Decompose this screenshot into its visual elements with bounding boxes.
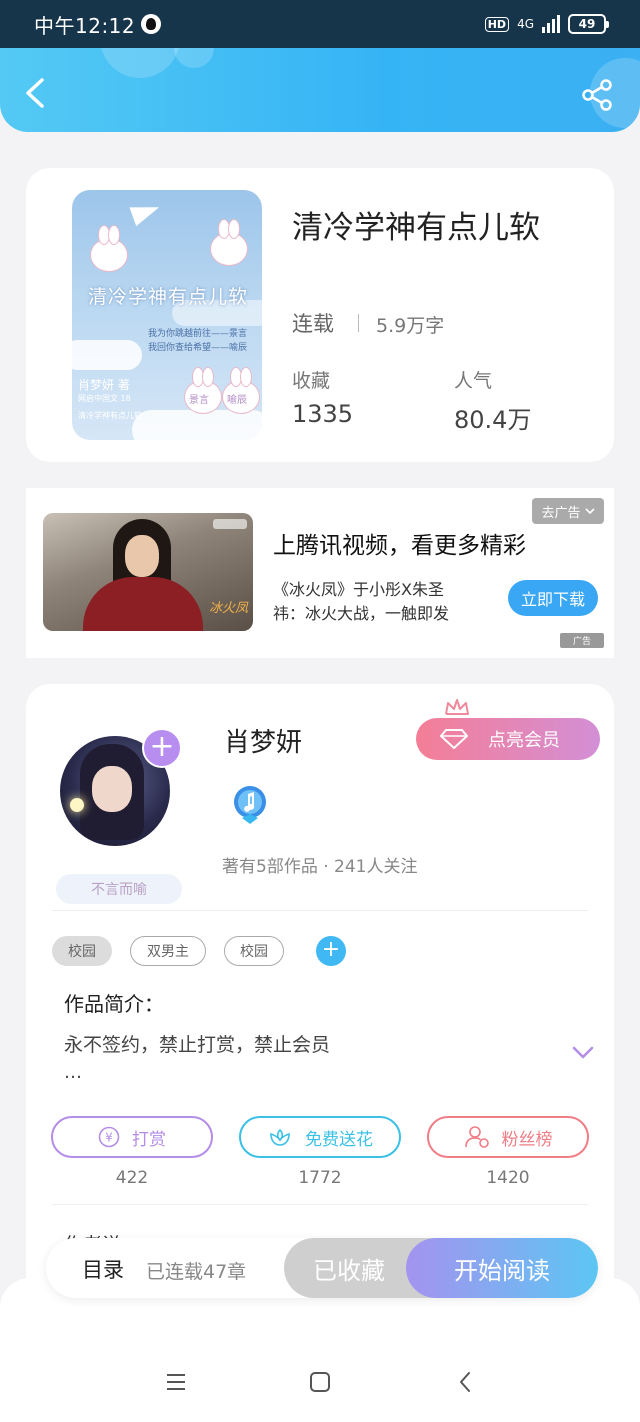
avatar-glow [70, 798, 84, 812]
author-name[interactable]: 肖梦妍 [224, 722, 302, 759]
tag-chip[interactable]: 校园 [52, 936, 112, 966]
nickname-badge: 不言而喻 [56, 874, 182, 904]
divider [52, 1204, 588, 1205]
remove-ad-label: 去广告 [541, 505, 581, 521]
bunny-icon [90, 225, 128, 272]
start-reading-button[interactable]: 开始阅读 [406, 1238, 598, 1298]
fan-ranking-count: 1420 [486, 1168, 530, 1188]
status-right: HD 4G 49 [484, 14, 609, 34]
author-card: + 不言而喻 肖梦妍 著有5部作品 · 241人关注 点亮会员 校园 双男主 校… [26, 684, 614, 1304]
bunny-icon: 景言 [184, 367, 222, 414]
chevron-down-icon[interactable] [572, 1046, 594, 1060]
tencent-video-logo [213, 519, 247, 529]
decor-bubble [174, 48, 214, 68]
reward-label: 打赏 [132, 1129, 166, 1150]
bottom-sheet [0, 1278, 640, 1422]
toc-button[interactable]: 目录 [82, 1254, 124, 1284]
chapter-count[interactable]: 已连载47章 [146, 1257, 246, 1284]
flower-count: 1772 [298, 1168, 342, 1188]
intro-title: 作品简介： [64, 992, 164, 1016]
cover-publisher: 清冷学神有点儿软 [78, 411, 142, 420]
yen-coin-icon: ¥ [98, 1126, 120, 1148]
top-header [0, 48, 640, 132]
vip-label: 点亮会员 [488, 730, 560, 751]
cover-cloud [72, 340, 142, 370]
status-time: 中午12:12 [34, 13, 136, 38]
send-flower-button[interactable]: 免费送花 [239, 1116, 401, 1158]
avatar-face [92, 766, 132, 812]
cover-stamp-left: 景言 [189, 395, 209, 406]
add-tag-button[interactable]: + [316, 936, 346, 966]
download-now-button[interactable]: 立即下载 [508, 580, 598, 616]
network-label: 4G [517, 17, 534, 31]
home-square-icon[interactable] [308, 1370, 332, 1394]
tag-chip[interactable]: 双男主 [130, 936, 206, 966]
decor-bubble [100, 48, 180, 78]
favorited-label: 已收藏 [313, 1256, 385, 1285]
music-note-badge-icon [234, 786, 266, 824]
bottom-action-bar: 目录 已连载47章 已收藏 开始阅读 [46, 1238, 598, 1298]
send-flower-label: 免费送花 [305, 1129, 373, 1150]
cover-author: 肖梦妍 著 [78, 378, 130, 392]
reward-button[interactable]: ¥ 打赏 [51, 1116, 213, 1158]
bunny-icon [210, 219, 248, 266]
cover-stamp-right: 喻辰 [227, 395, 247, 406]
qq-icon [141, 14, 162, 34]
bunny-icon: 喻辰 [222, 367, 260, 414]
signal-icon [542, 15, 560, 33]
ad-image[interactable]: 冰火凤 [43, 513, 253, 631]
ad-description: 《冰火凤》于小彤X朱圣 [273, 580, 444, 599]
intro-text: 永不签约，禁止打赏，禁止会员 [64, 1034, 331, 1056]
stat-value-popularity: 80.4万 [454, 406, 532, 434]
remove-ad-button[interactable]: 去广告 [532, 498, 604, 524]
ad-description: 祎：冰火大战，一触即发 [273, 604, 450, 623]
stat-value-favorites: 1335 [292, 400, 354, 428]
ad-title: 上腾讯视频，看更多精彩 [273, 533, 526, 559]
divider [52, 910, 588, 911]
cover-publisher: 网启中国文 18 [78, 394, 131, 403]
cover-line: 我回你查给希望——喻辰 [148, 343, 248, 353]
book-cover[interactable]: 景言 喻辰 清冷学神有点儿软 我为你跳越前往——景言 我回你查给希望——喻辰 肖… [72, 190, 262, 440]
ad-figure-cloak [83, 577, 203, 631]
ad-figure-face [125, 535, 159, 577]
cover-cloud [132, 410, 262, 440]
crown-icon [445, 699, 469, 715]
user-rank-icon [464, 1126, 489, 1148]
author-meta: 著有5部作品 · 241人关注 [222, 857, 418, 877]
follow-author-button[interactable]: + [142, 728, 182, 768]
tag-chip[interactable]: 校园 [224, 936, 284, 966]
paper-plane-icon [129, 197, 163, 227]
book-status: 连载 [292, 312, 334, 336]
nav-back-icon[interactable] [454, 1370, 478, 1394]
battery-icon: 49 [568, 14, 609, 34]
book-title: 清冷学神有点儿软 [292, 210, 540, 246]
ad-banner[interactable]: 冰火凤 去广告 上腾讯视频，看更多精彩 《冰火凤》于小彤X朱圣 祎：冰火大战，一… [26, 488, 614, 658]
stat-label-favorites: 收藏 [292, 370, 331, 392]
divider [358, 314, 359, 332]
fan-ranking-label: 粉丝榜 [501, 1129, 553, 1150]
back-icon[interactable] [22, 76, 50, 110]
status-bar: 中午12:12 HD 4G 49 [0, 0, 640, 48]
book-word-count: 5.9万字 [376, 315, 445, 337]
book-info-card: 景言 喻辰 清冷学神有点儿软 我为你跳越前往——景言 我回你查给希望——喻辰 肖… [26, 168, 614, 462]
cover-line: 我为你跳越前往——景言 [148, 329, 248, 339]
battery-level: 49 [578, 17, 596, 31]
stat-label-popularity: 人气 [454, 370, 493, 392]
vip-button[interactable]: 点亮会员 [416, 718, 600, 760]
menu-icon[interactable] [164, 1370, 188, 1394]
flower-icon [270, 1128, 290, 1146]
chevron-down-icon [584, 508, 595, 515]
svg-text:¥: ¥ [105, 1131, 113, 1145]
hd-icon: HD [484, 16, 510, 32]
cover-title: 清冷学神有点儿软 [87, 286, 248, 308]
fan-ranking-button[interactable]: 粉丝榜 [427, 1116, 589, 1158]
ad-tag-label: 广告 [572, 637, 591, 647]
share-icon[interactable] [580, 78, 614, 112]
diamond-icon [440, 729, 468, 749]
reward-count: 422 [115, 1168, 149, 1188]
ad-tag: 广告 [560, 633, 604, 648]
ad-image-mark: 冰火凤 [209, 601, 249, 616]
intro-ellipsis: … [64, 1062, 82, 1083]
